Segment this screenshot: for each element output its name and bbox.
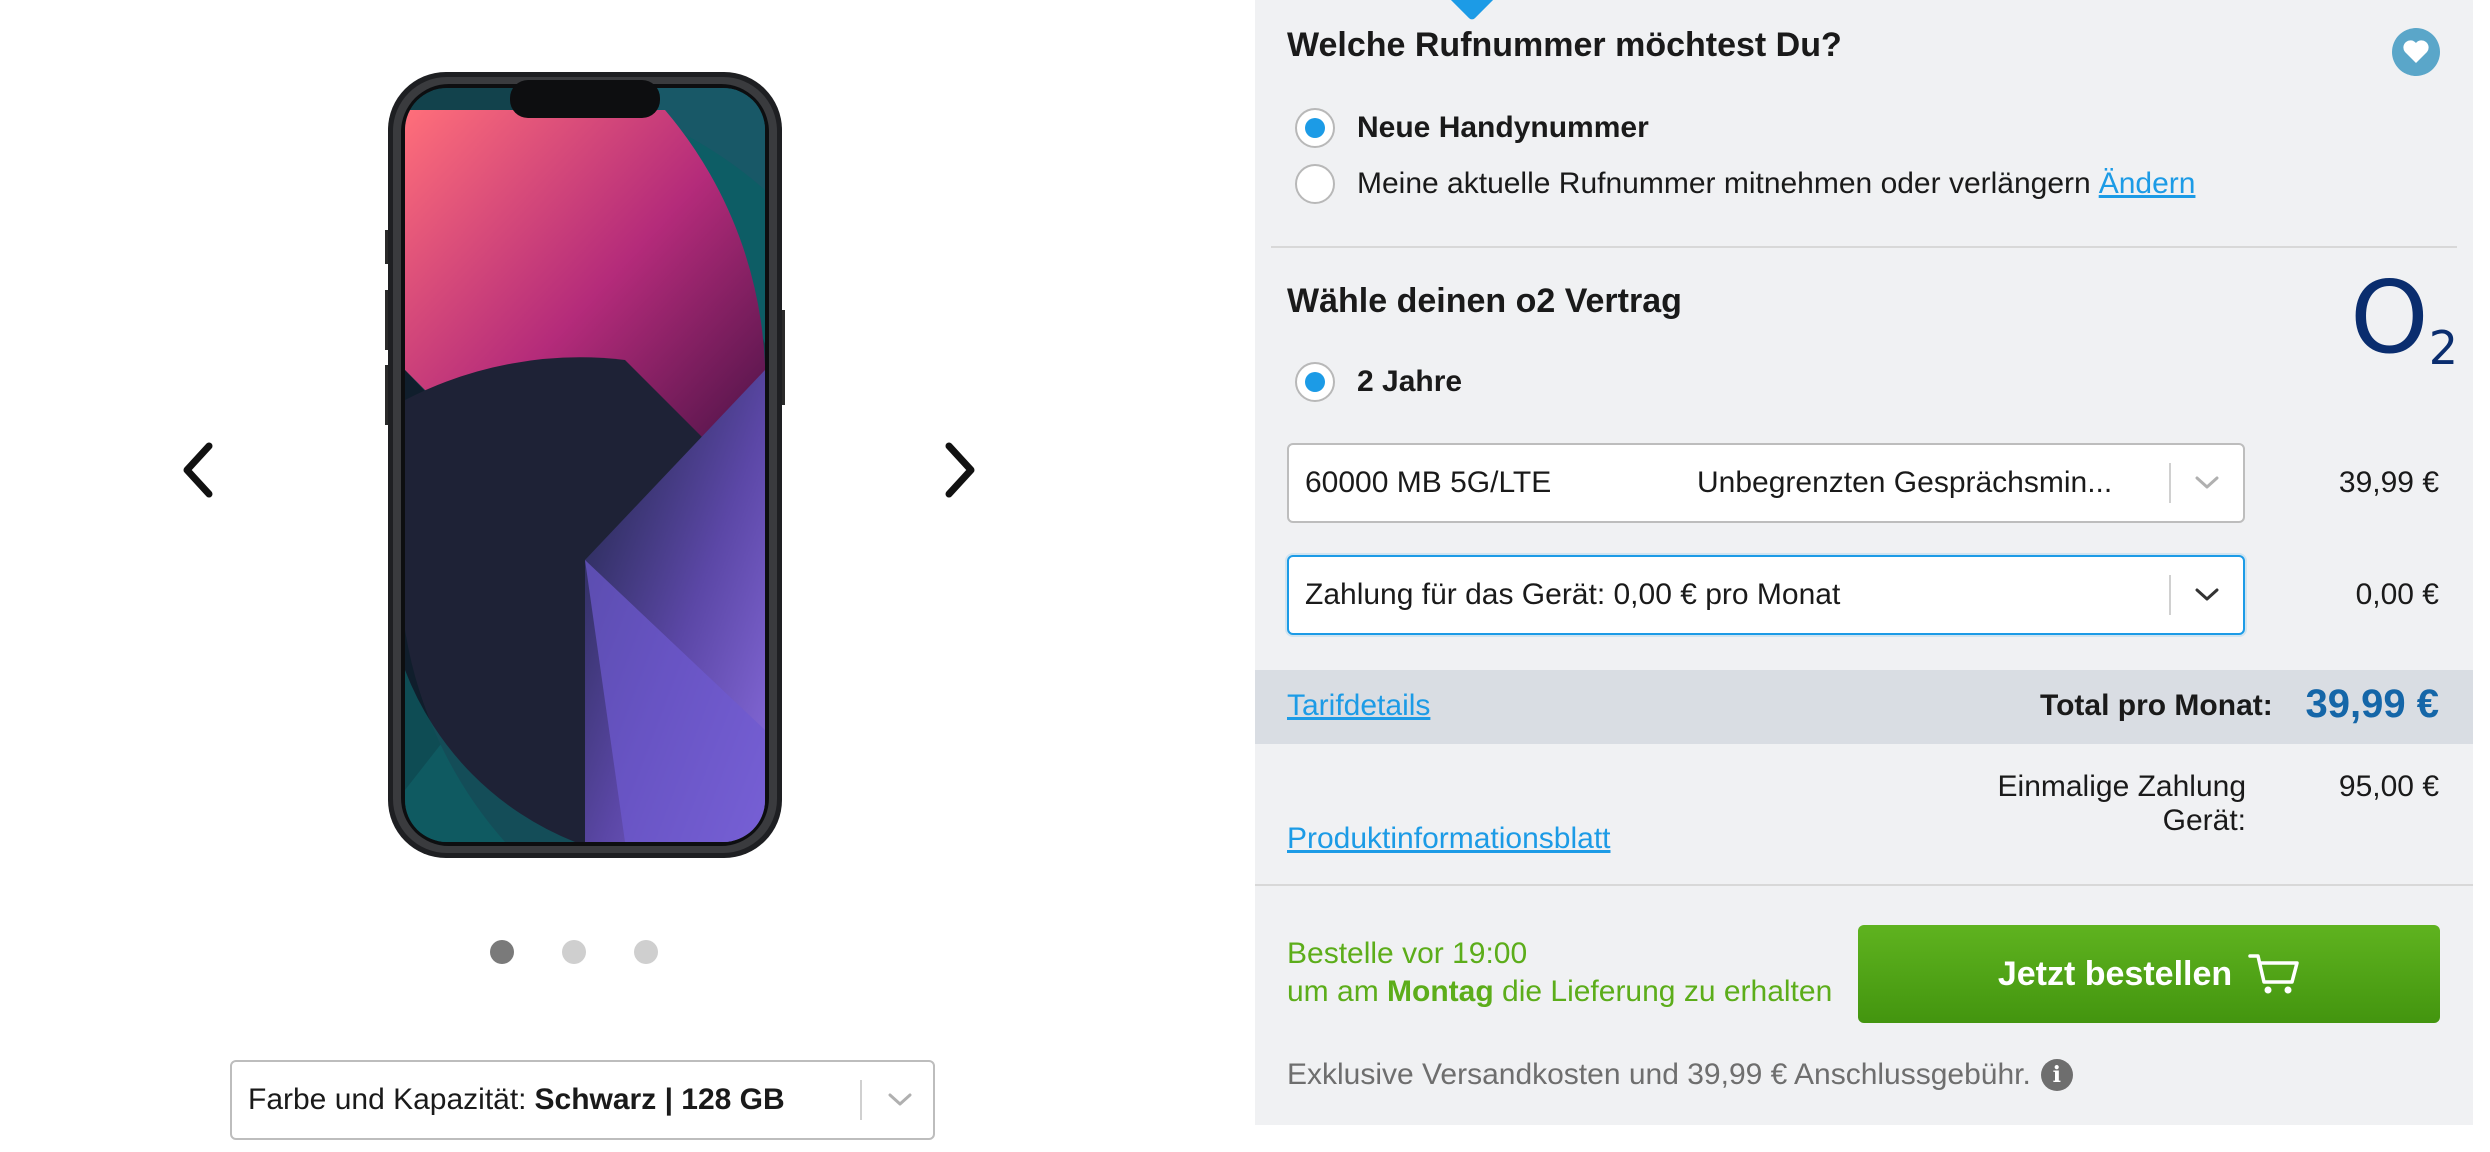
color-capacity-select[interactable]: Farbe und Kapazität: Schwarz | 128 GB (230, 1060, 935, 1140)
shipping-note-text: Exklusive Versandkosten und 39,99 € Ansc… (1287, 1058, 2031, 1091)
chevron-left-icon (183, 442, 213, 498)
tariff-calls: Unbegrenzten Gesprächsmin... (1697, 466, 2113, 499)
total-band (1255, 670, 2473, 744)
radio-label: Neue Handynummer (1357, 111, 1649, 144)
one-time-value: 95,00 € (2338, 770, 2439, 803)
radio-term-2-years[interactable]: 2 Jahre (1295, 362, 1462, 402)
order-now-button[interactable]: Jetzt bestellen (1858, 925, 2440, 1023)
select-divider (2169, 575, 2171, 615)
pagination-dot[interactable] (562, 940, 586, 964)
product-info-sheet-link[interactable]: Produktinformationsblatt (1287, 822, 1611, 856)
total-label: Total pro Monat: (2040, 689, 2273, 722)
favorite-button[interactable] (2392, 28, 2440, 76)
product-gallery: Farbe und Kapazität: Schwarz | 128 GB (0, 0, 1250, 1152)
previous-image-button[interactable] (168, 430, 228, 510)
chevron-down-icon (2187, 575, 2227, 615)
radio-button[interactable] (1295, 362, 1335, 402)
section-divider (1255, 884, 2473, 886)
radio-label: Meine aktuelle Rufnummer mitnehmen oder … (1357, 167, 2091, 200)
total-value: 39,99 € (2305, 682, 2439, 726)
shipping-note: Exklusive Versandkosten und 39,99 € Ansc… (1287, 1058, 2073, 1092)
heart-icon (2403, 40, 2429, 63)
tariff-select[interactable]: 60000 MB 5G/LTE Unbegrenzten Gesprächsmi… (1287, 443, 2245, 523)
radio-keep-number[interactable]: Meine aktuelle Rufnummer mitnehmen oder … (1295, 164, 2195, 204)
one-time-label: Einmalige Zahlung Gerät: (1997, 770, 2246, 837)
radio-button[interactable] (1295, 108, 1335, 148)
device-payment-value: Zahlung für das Gerät: 0,00 € pro Monat (1305, 578, 1841, 611)
variant-label: Farbe und Kapazität: (248, 1083, 527, 1116)
delivery-day: Montag (1387, 975, 1494, 1008)
device-payment-select[interactable]: Zahlung für das Gerät: 0,00 € pro Monat (1287, 555, 2245, 635)
tariff-price: 39,99 € (2338, 466, 2439, 499)
cart-icon (2248, 952, 2300, 996)
info-icon[interactable]: i (2040, 1059, 2073, 1091)
delivery-info: Bestelle vor 19:00 um am Montag die Lief… (1287, 935, 1832, 1011)
o2-logo: O2 (2350, 259, 2458, 376)
number-section-title: Welche Rufnummer möchtest Du? (1287, 26, 1842, 64)
tariff-details-link[interactable]: Tarifdetails (1287, 689, 1430, 723)
delivery-line-1: Bestelle vor 19:00 (1287, 937, 1528, 970)
device-payment-price: 0,00 € (2355, 578, 2439, 611)
product-image (385, 70, 785, 860)
delivery-line-2: um am Montag die Lieferung zu erhalten (1287, 973, 1832, 1011)
pagination-dot[interactable] (634, 940, 658, 964)
section-divider (1271, 246, 2457, 248)
radio-button[interactable] (1295, 164, 1335, 204)
next-image-button[interactable] (930, 430, 990, 510)
change-link[interactable]: Ändern (2099, 167, 2196, 201)
select-divider (860, 1080, 862, 1120)
chevron-right-icon (945, 442, 975, 498)
image-pagination (490, 940, 658, 964)
radio-new-number[interactable]: Neue Handynummer (1295, 108, 1649, 148)
radio-label: 2 Jahre (1357, 365, 1463, 398)
pagination-dot[interactable] (490, 940, 514, 964)
variant-value: Schwarz | 128 GB (534, 1083, 785, 1116)
select-divider (2169, 463, 2171, 503)
delivery-suffix: die Lieferung zu erhalten (1502, 975, 1833, 1008)
chevron-down-icon (2187, 463, 2227, 503)
tariff-data-volume: 60000 MB 5G/LTE (1305, 466, 1552, 499)
contract-section-title: Wähle deinen o2 Vertrag (1287, 282, 1682, 320)
order-button-label: Jetzt bestellen (1997, 954, 2233, 993)
delivery-prefix: um am (1287, 975, 1379, 1008)
chevron-down-icon (880, 1080, 920, 1120)
